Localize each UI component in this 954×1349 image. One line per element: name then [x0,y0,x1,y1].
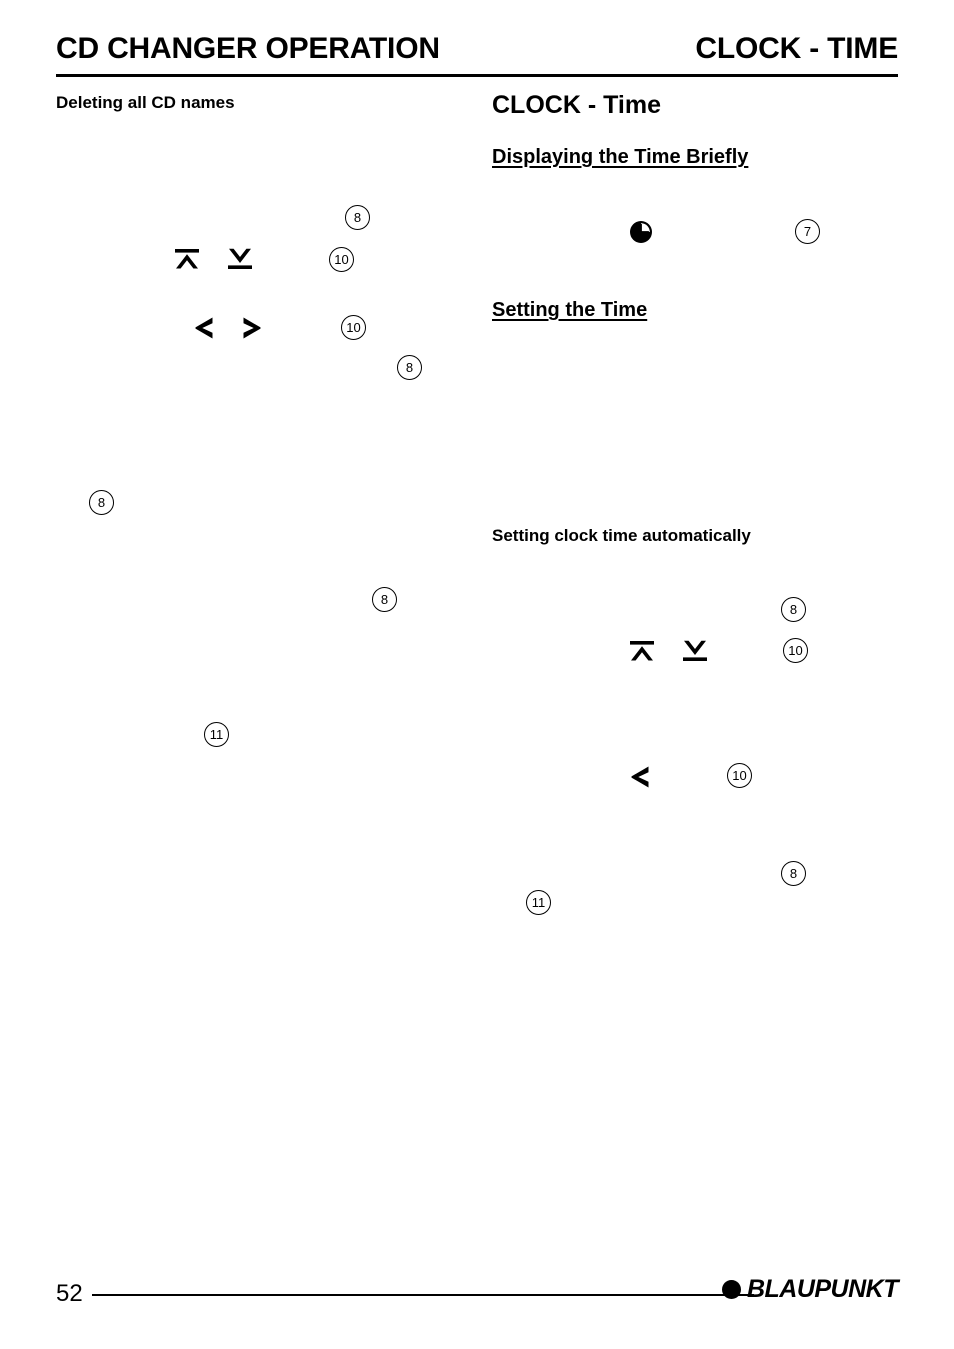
ref-circle: 10 [329,247,354,272]
document-page: CD CHANGER OPERATION CLOCK - TIME Deleti… [0,0,954,1349]
ref-circle: 11 [526,890,551,915]
blaupunkt-dot-icon [721,1279,741,1299]
ref-circle: 10 [341,315,366,340]
chevron-right-icon [236,313,266,343]
page-title: CLOCK - Time [492,91,661,119]
left-column-heading: Deleting all CD names [56,93,235,112]
ref-circle: 8 [781,861,806,886]
blaupunkt-logo: BLAUPUNKT [721,1275,899,1303]
seek-down-icon [225,243,255,273]
seek-down-icon [680,635,710,665]
ref-circle: 8 [345,205,370,230]
header-left-title: CD CHANGER OPERATION [56,32,440,65]
ref-circle: 8 [89,490,114,515]
seek-up-icon [172,243,202,273]
ref-circle: 10 [783,638,808,663]
ref-circle: 10 [727,763,752,788]
chevron-left-icon [626,762,656,792]
blaupunkt-wordmark: BLAUPUNKT [746,1275,899,1303]
chevron-left-icon [190,313,220,343]
ref-circle: 8 [372,587,397,612]
header-right-title: CLOCK - TIME [695,32,898,65]
seek-up-icon [627,635,657,665]
footer-divider [92,1294,754,1296]
subheading-setting-time: Setting the Time [492,299,648,321]
page-number: 52 [56,1280,83,1307]
subheading-setting-clock-automatically: Setting clock time automatically [492,526,751,545]
ref-circle: 8 [397,355,422,380]
header-divider [56,74,898,77]
ref-circle: 8 [781,597,806,622]
subheading-displaying-time: Displaying the Time Briefly [492,146,749,168]
ref-circle: 7 [795,219,820,244]
ref-circle: 11 [204,722,229,747]
clock-icon [628,219,654,245]
